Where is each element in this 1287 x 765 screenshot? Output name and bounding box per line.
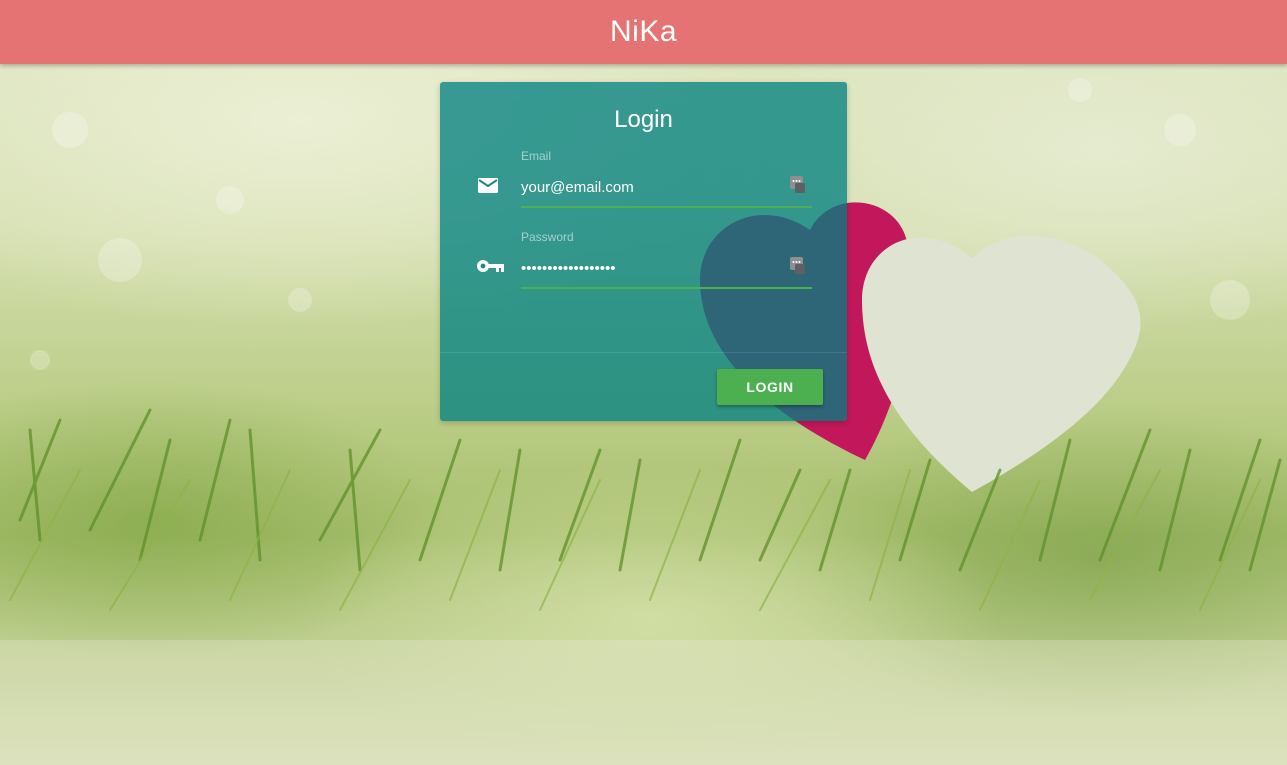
password-field-group: Password <box>440 227 847 297</box>
app-bar: NiKa <box>0 0 1287 64</box>
card-title: Login <box>614 106 673 133</box>
card-action-divider <box>440 352 847 353</box>
email-label: Email <box>521 149 552 163</box>
email-field-group: Email <box>440 146 847 216</box>
password-input[interactable] <box>521 251 811 285</box>
brand-logo[interactable]: NiKa <box>610 15 677 49</box>
white-heart <box>862 235 1141 493</box>
email-underline <box>521 206 812 208</box>
login-card: Login Email your@email.com Password LOGI… <box>440 82 847 421</box>
password-label: Password <box>521 230 574 244</box>
email-input[interactable] <box>521 170 811 204</box>
password-underline <box>521 287 812 289</box>
key-icon <box>476 256 504 276</box>
login-button[interactable]: LOGIN <box>717 369 823 405</box>
email-icon <box>476 175 500 195</box>
password-manager-icon[interactable] <box>790 176 805 193</box>
password-manager-icon[interactable] <box>790 257 805 274</box>
